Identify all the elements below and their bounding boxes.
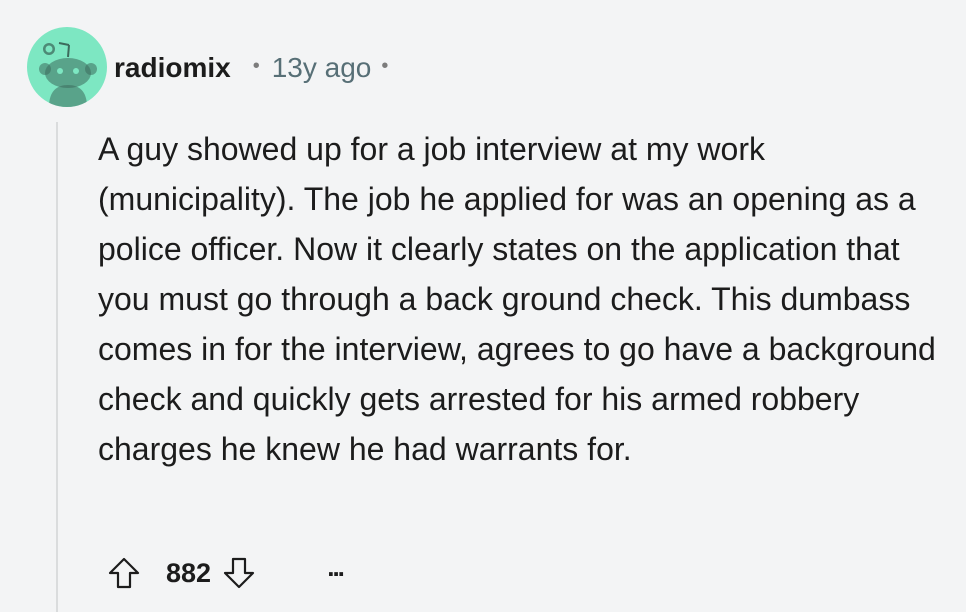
downvote-button[interactable] — [219, 551, 259, 595]
more-options-button[interactable]: ... — [315, 545, 355, 589]
meta-separator-trailing: • — [381, 54, 389, 77]
comment-header: radiomix • 13y ago • — [114, 46, 388, 90]
upvote-button[interactable] — [104, 551, 144, 595]
snoo-avatar-icon — [39, 42, 97, 107]
comment-actions: 882 ... — [104, 551, 355, 595]
comment-timestamp[interactable]: 13y ago — [272, 52, 372, 84]
username-link[interactable]: radiomix — [114, 52, 231, 84]
downvote-arrow-icon — [223, 557, 255, 589]
comment: radiomix • 13y ago • A guy showed up for… — [0, 0, 966, 612]
meta-separator: • — [252, 54, 260, 77]
thread-collapse-line[interactable] — [56, 122, 58, 612]
upvote-arrow-icon — [108, 557, 140, 589]
more-options-icon: ... — [327, 551, 345, 582]
vote-score: 882 — [166, 557, 212, 588]
comment-body: A guy showed up for a job interview at m… — [98, 131, 936, 467]
user-avatar[interactable] — [27, 27, 107, 107]
